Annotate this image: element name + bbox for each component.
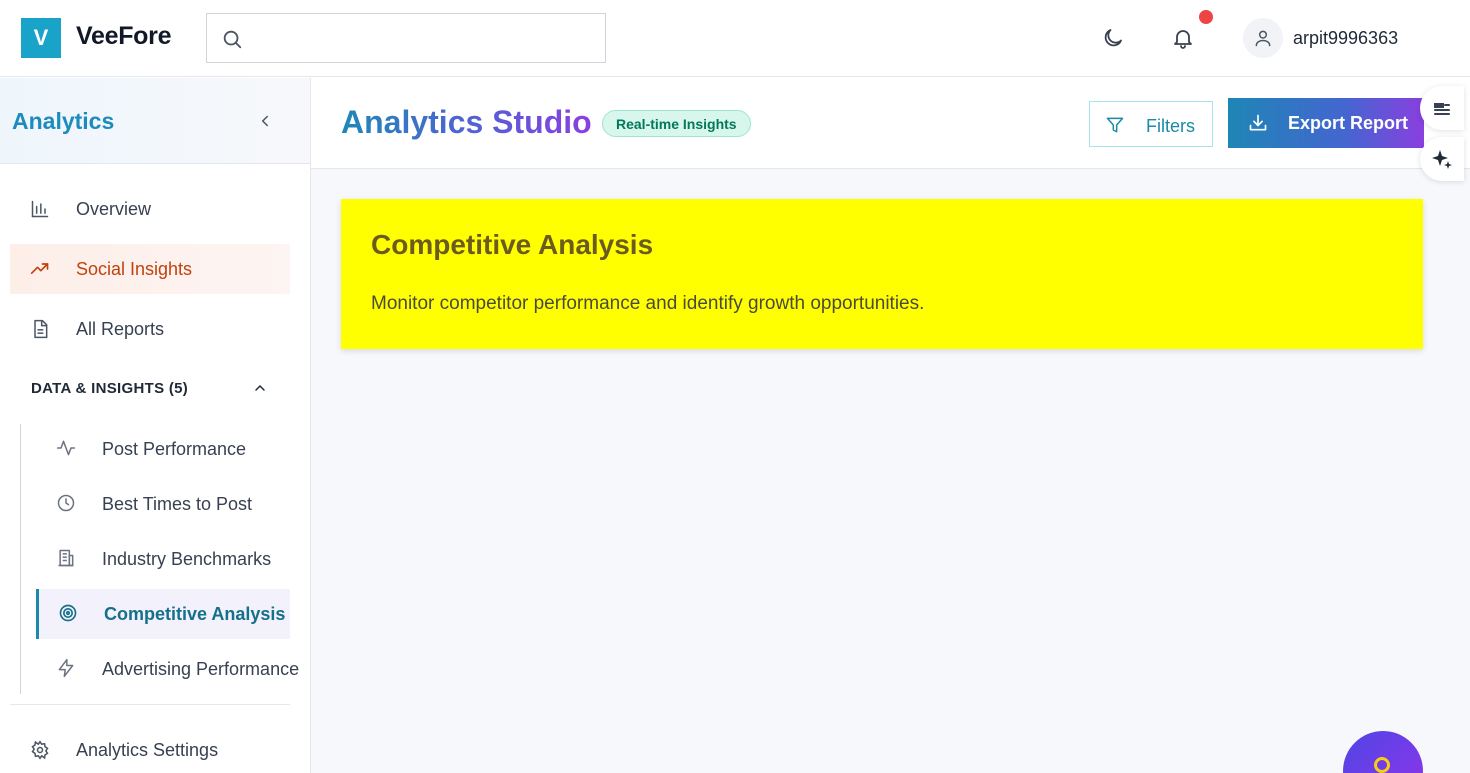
top-bar: V VeeFore arpit9996363 <box>0 0 1470 77</box>
sidebar-title: Analytics <box>12 108 115 134</box>
activity-icon <box>56 440 76 456</box>
status-badge: Real-time Insights <box>602 110 751 137</box>
sidebar-item-label: Analytics Settings <box>76 740 219 760</box>
zap-icon <box>58 658 74 678</box>
sidebar-header: Analytics <box>0 78 310 164</box>
sidebar-item-all-reports[interactable]: All Reports <box>10 304 290 354</box>
card-title: Competitive Analysis <box>371 229 654 260</box>
competitive-analysis-card: Competitive Analysis Monitor competitor … <box>341 199 1423 349</box>
quote-icon <box>1434 103 1450 115</box>
ai-assistant-button[interactable] <box>1420 137 1464 181</box>
chevron-up-icon[interactable] <box>252 380 268 396</box>
card-description: Monitor competitor performance and ident… <box>371 293 925 314</box>
page-title: Analytics Studio <box>341 104 592 140</box>
export-report-button[interactable]: Export Report <box>1228 98 1424 148</box>
sidebar-item-label: Best Times to Post <box>102 494 253 514</box>
username[interactable]: arpit9996363 <box>1293 28 1398 49</box>
chevron-left-icon[interactable] <box>256 112 274 130</box>
quote-widget-button[interactable] <box>1420 86 1464 130</box>
filter-icon <box>1106 117 1124 133</box>
search-input[interactable] <box>206 13 606 63</box>
app-name[interactable]: VeeFore <box>76 22 171 51</box>
sidebar-item-advertising-performance[interactable]: Advertising Performance <box>36 644 299 694</box>
section-divider-line <box>20 424 21 694</box>
gear-icon <box>31 740 49 760</box>
sidebar-item-best-times[interactable]: Best Times to Post <box>36 479 290 529</box>
bar-chart-icon <box>31 200 49 218</box>
clock-icon <box>57 494 75 512</box>
sidebar-item-label: Competitive Analysis <box>104 604 286 624</box>
avatar[interactable] <box>1243 18 1283 58</box>
sidebar-item-label: Social Insights <box>76 259 193 279</box>
sidebar-item-industry-benchmarks[interactable]: Industry Benchmarks <box>36 534 290 584</box>
sidebar-item-label: All Reports <box>76 319 165 339</box>
target-icon <box>59 604 77 622</box>
notification-badge <box>1199 10 1213 24</box>
export-label: Export Report <box>1288 113 1409 133</box>
sparkles-icon <box>1432 150 1452 169</box>
file-text-icon <box>34 319 48 339</box>
sidebar-divider <box>10 704 290 705</box>
trending-up-icon <box>30 263 49 274</box>
search-icon <box>223 30 242 49</box>
moon-icon[interactable] <box>1101 26 1125 50</box>
section-header-data-insights[interactable]: DATA & INSIGHTS (5) <box>31 380 188 397</box>
main-header: Analytics Studio Real-time Insights Filt… <box>311 78 1470 169</box>
app-logo[interactable]: V <box>21 18 61 58</box>
building-icon <box>58 549 74 567</box>
filters-label: Filters <box>1146 116 1195 136</box>
sidebar: Analytics Overview Social Insights All R… <box>0 78 311 773</box>
user-icon <box>1255 30 1271 47</box>
main-content: Analytics Studio Real-time Insights Filt… <box>311 78 1470 773</box>
sidebar-item-post-performance[interactable]: Post Performance <box>36 424 290 474</box>
sidebar-item-social-insights[interactable]: Social Insights <box>10 244 290 294</box>
sidebar-item-label: Overview <box>76 199 152 219</box>
sidebar-item-competitive-analysis[interactable]: Competitive Analysis <box>36 589 290 639</box>
sidebar-item-label: Advertising Performance <box>102 659 300 679</box>
sidebar-item-overview[interactable]: Overview <box>10 184 290 234</box>
sidebar-item-label: Post Performance <box>102 439 247 459</box>
sidebar-item-label: Industry Benchmarks <box>102 549 272 569</box>
sidebar-item-analytics-settings[interactable]: Analytics Settings <box>10 725 290 773</box>
download-icon <box>1249 114 1267 131</box>
filters-button[interactable]: Filters <box>1089 101 1213 147</box>
search-icon <box>1374 757 1390 773</box>
bell-icon[interactable] <box>1171 26 1195 50</box>
